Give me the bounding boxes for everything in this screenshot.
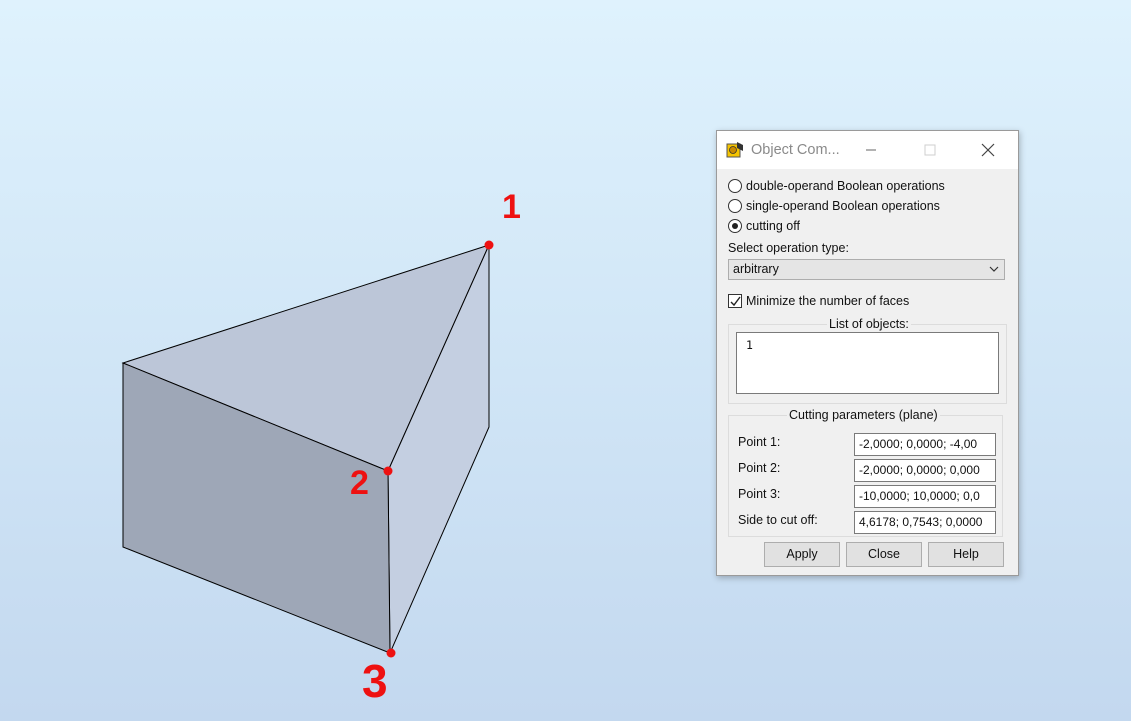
radio-button[interactable] <box>728 179 742 193</box>
side-cut-off-field[interactable]: 4,6178; 0,7543; 0,0000 <box>854 511 996 534</box>
objects-listbox[interactable]: 1 <box>736 332 999 394</box>
help-button[interactable]: Help <box>928 542 1004 567</box>
chevron-down-icon <box>989 260 999 285</box>
close-button[interactable]: Close <box>846 542 922 567</box>
minimize-faces-checkbox[interactable]: Minimize the number of faces <box>728 294 909 308</box>
radio-button[interactable] <box>728 219 742 233</box>
object-combination-dialog: Object Com... double-operand Boolean ope… <box>716 130 1019 576</box>
point-1-field[interactable]: -2,0000; 0,0000; -4,00 <box>854 433 996 456</box>
apply-button[interactable]: Apply <box>764 542 840 567</box>
checkbox[interactable] <box>728 294 742 308</box>
annotation-2: 2 <box>350 464 369 502</box>
point-3-label: Point 3: <box>738 487 781 501</box>
radio-button[interactable] <box>728 199 742 213</box>
dialog-titlebar[interactable]: Object Com... <box>717 131 1018 169</box>
point-3-field[interactable]: -10,0000; 10,0000; 0,0 <box>854 485 996 508</box>
close-icon[interactable] <box>965 131 1011 169</box>
app-icon <box>726 141 744 159</box>
point-1-marker <box>484 240 494 250</box>
radio-double-operand[interactable]: double-operand Boolean operations <box>728 179 945 193</box>
operation-type-select[interactable]: arbitrary <box>728 259 1005 280</box>
dialog-title: Object Com... <box>751 142 840 158</box>
point-2-field[interactable]: -2,0000; 0,0000; 0,000 <box>854 459 996 482</box>
operation-type-label: Select operation type: <box>728 241 849 255</box>
annotation-3: 3 <box>362 655 388 707</box>
maximize-icon[interactable] <box>907 131 953 169</box>
side-cut-off-label: Side to cut off: <box>738 513 818 527</box>
minimize-faces-label: Minimize the number of faces <box>746 294 910 308</box>
minimize-icon[interactable] <box>848 131 894 169</box>
cutting-params-label: Cutting parameters (plane) <box>787 408 940 422</box>
radio-label: single-operand Boolean operations <box>746 199 940 213</box>
point-1-label: Point 1: <box>738 435 781 449</box>
operation-type-value: arbitrary <box>733 262 779 276</box>
radio-cutting-off[interactable]: cutting off <box>728 219 800 233</box>
radio-single-operand[interactable]: single-operand Boolean operations <box>728 199 940 213</box>
point-3-marker <box>386 648 396 658</box>
point-2-marker <box>383 466 393 476</box>
radio-label: cutting off <box>746 219 800 233</box>
annotation-1: 1 <box>502 188 521 226</box>
radio-label: double-operand Boolean operations <box>746 179 945 193</box>
point-2-label: Point 2: <box>738 461 781 475</box>
objects-label: List of objects: <box>827 317 911 331</box>
list-item[interactable]: 1 <box>746 338 998 352</box>
